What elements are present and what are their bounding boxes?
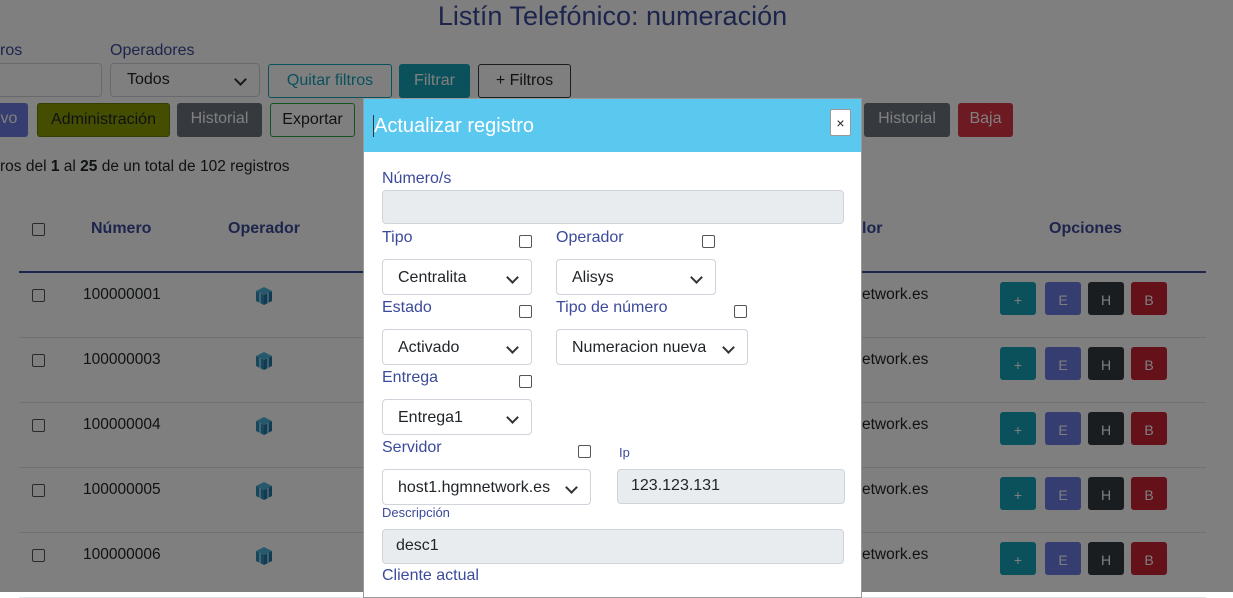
chevron-down-icon (506, 341, 519, 354)
operador-checkbox[interactable] (702, 235, 715, 248)
servidor-select[interactable]: host1.hgmnetwork.es (382, 469, 591, 505)
entrega-label: Entrega (382, 369, 439, 386)
update-record-modal: Actualizar registro × Número/s Tipo Cent… (363, 98, 862, 598)
numeros-label: Número/s (382, 170, 452, 187)
servidor-label: Servidor (382, 439, 442, 456)
entrega-select[interactable]: Entrega1 (382, 399, 532, 435)
tipo-numero-checkbox[interactable] (734, 305, 747, 318)
servidor-checkbox[interactable] (578, 445, 591, 458)
close-icon[interactable]: × (830, 109, 851, 136)
tipo-select[interactable]: Centralita (382, 259, 532, 295)
ip-field[interactable]: 123.123.131 (617, 469, 845, 504)
estado-checkbox[interactable] (519, 305, 532, 318)
chevron-down-icon (565, 481, 578, 494)
tipo-numero-select-value: Numeracion nueva (572, 339, 707, 356)
tipo-numero-select[interactable]: Numeracion nueva (556, 329, 748, 365)
entrega-checkbox[interactable] (519, 375, 532, 388)
chevron-down-icon (506, 411, 519, 424)
ip-label: Ip (619, 445, 630, 460)
estado-select-value: Activado (398, 339, 460, 356)
estado-select[interactable]: Activado (382, 329, 532, 365)
operador-select-value: Alisys (572, 269, 614, 286)
numeros-field[interactable] (382, 190, 844, 224)
operador-label: Operador (556, 229, 624, 246)
chevron-down-icon (690, 271, 703, 284)
entrega-select-value: Entrega1 (398, 409, 463, 426)
estado-label: Estado (382, 299, 432, 316)
modal-title: Actualizar registro (372, 115, 535, 137)
modal-header: Actualizar registro × (364, 99, 861, 152)
cliente-label: Cliente actual (382, 567, 479, 584)
chevron-down-icon (506, 271, 519, 284)
tipo-numero-label: Tipo de número (556, 299, 668, 316)
servidor-select-value: host1.hgmnetwork.es (398, 479, 551, 496)
tipo-label: Tipo (382, 229, 413, 246)
chevron-down-icon (722, 341, 735, 354)
operador-select[interactable]: Alisys (556, 259, 716, 295)
tipo-checkbox[interactable] (519, 235, 532, 248)
descripcion-label: Descripción (382, 505, 450, 520)
tipo-select-value: Centralita (398, 269, 467, 286)
descripcion-field[interactable]: desc1 (382, 529, 844, 564)
